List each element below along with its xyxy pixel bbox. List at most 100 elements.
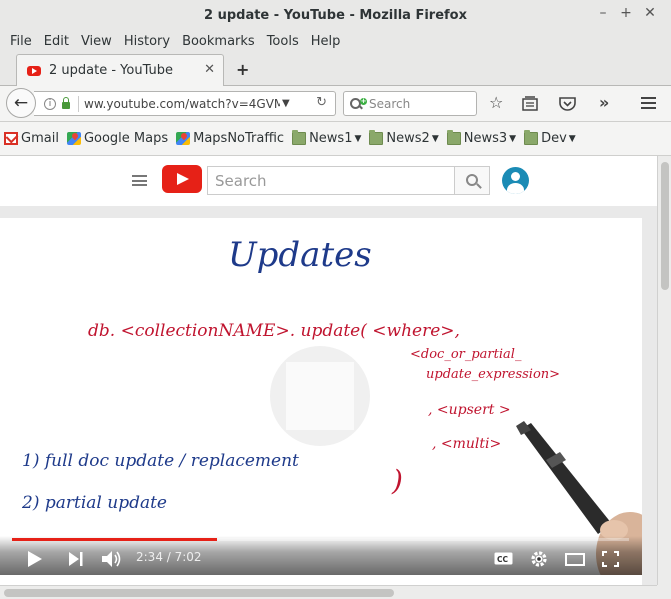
minimize-button[interactable]: – — [594, 5, 612, 21]
reload-icon[interactable]: ↻ — [316, 95, 327, 110]
bookmarks-toolbar: Gmail Google Maps MapsNoTraffic News1 ▼ … — [0, 122, 671, 156]
search-bar[interactable]: + Search — [343, 91, 477, 116]
video-overlay-square — [286, 362, 354, 430]
menu-tools[interactable]: Tools — [267, 34, 299, 49]
url-bar[interactable]: i ww.youtube.com/watch?v=4GVMjV ▼ ↻ — [34, 91, 336, 116]
bookmark-folder-news3[interactable]: News3 ▼ — [446, 130, 517, 146]
video-player[interactable]: Updates db. <collectionNAME>. update( <w… — [0, 218, 642, 575]
horizontal-scroll-thumb[interactable] — [4, 589, 394, 597]
tab-close-icon[interactable]: ✕ — [204, 62, 215, 77]
bookmark-star-icon[interactable]: ☆ — [489, 93, 503, 112]
tab-strip: 2 update - YouTube ✕ + — [0, 52, 671, 86]
chevron-down-icon: ▼ — [509, 133, 517, 144]
guide-menu-icon[interactable] — [132, 175, 147, 186]
theater-mode-icon[interactable] — [565, 553, 585, 566]
volume-icon[interactable] — [102, 550, 122, 568]
menu-bar: File Edit View History Bookmarks Tools H… — [0, 30, 671, 52]
close-window-button[interactable]: ✕ — [641, 5, 659, 21]
youtube-masthead: Search — [0, 156, 657, 206]
window-titlebar: 2 update - YouTube - Mozilla Firefox — [0, 0, 671, 30]
youtube-search-button[interactable] — [454, 166, 490, 195]
svg-text:CC: CC — [497, 555, 509, 564]
account-avatar-icon[interactable] — [502, 167, 529, 194]
navigation-toolbar: i ww.youtube.com/watch?v=4GVMjV ▼ ↻ ← + … — [0, 86, 671, 122]
url-dropdown-icon[interactable]: ▼ — [282, 98, 290, 109]
bookmark-mapsnotraffic[interactable]: MapsNoTraffic — [176, 131, 284, 146]
progress-bar[interactable] — [12, 538, 629, 541]
maximize-button[interactable]: + — [617, 5, 635, 21]
vertical-scrollbar[interactable] — [657, 156, 671, 585]
menu-file[interactable]: File — [10, 34, 32, 49]
whiteboard-item-1: 1) full doc update / replacement — [22, 451, 299, 471]
bookmark-label: Google Maps — [83, 131, 169, 146]
maps-icon — [176, 132, 191, 145]
bookmark-gmail[interactable]: Gmail — [4, 131, 59, 146]
whiteboard-command: db. <collectionNAME>. update( <where>, — [88, 321, 460, 341]
captions-icon[interactable]: CC — [494, 552, 513, 565]
vertical-scroll-thumb[interactable] — [661, 162, 669, 290]
bookmark-label: Dev — [541, 131, 567, 146]
bookmark-label: News1 — [309, 131, 353, 146]
play-icon[interactable] — [28, 551, 42, 567]
bookmark-label: News2 — [386, 131, 430, 146]
hamburger-menu-icon[interactable] — [641, 96, 656, 110]
lock-icon — [62, 97, 70, 109]
whiteboard-arg3: , <upsert > — [428, 402, 511, 418]
whiteboard-item-2: 2) partial update — [21, 493, 167, 513]
maps-icon — [66, 132, 81, 145]
chevron-down-icon: ▼ — [431, 133, 439, 144]
whiteboard-heading: Updates — [228, 235, 372, 275]
bookmark-label: News3 — [463, 131, 508, 146]
whiteboard-frame: Updates db. <collectionNAME>. update( <w… — [21, 235, 642, 575]
chevron-down-icon: ▼ — [354, 133, 362, 144]
bookmark-label: Gmail — [21, 131, 59, 146]
folder-icon — [292, 130, 307, 145]
bookmark-folder-news2[interactable]: News2 ▼ — [369, 130, 439, 146]
bookmark-folder-dev[interactable]: Dev ▼ — [524, 130, 576, 146]
page-viewport: Search Updates db. <collectionNAME>. upd… — [0, 156, 657, 585]
chevron-down-icon: ▼ — [568, 133, 576, 144]
bookmarks-library-icon[interactable] — [522, 96, 538, 111]
next-icon[interactable] — [69, 552, 83, 566]
page-background-band — [0, 206, 657, 218]
menu-edit[interactable]: Edit — [44, 34, 69, 49]
folder-icon — [369, 130, 384, 145]
youtube-search-input[interactable]: Search — [207, 166, 455, 195]
new-tab-button[interactable]: + — [236, 60, 249, 79]
page-side-band — [642, 218, 657, 585]
whiteboard-arg4: , <multi> — [432, 436, 501, 452]
folder-icon — [524, 130, 539, 145]
youtube-logo-icon[interactable] — [162, 165, 202, 193]
tab-label: 2 update - YouTube — [49, 63, 174, 78]
bookmark-folder-news1[interactable]: News1 ▼ — [292, 130, 362, 146]
whiteboard-arg2-line2: update_expression> — [426, 367, 560, 382]
back-arrow-icon: ← — [13, 93, 29, 113]
url-text[interactable]: ww.youtube.com/watch?v=4GVMjV — [84, 97, 280, 111]
menu-bookmarks[interactable]: Bookmarks — [182, 34, 255, 49]
overflow-chevron-icon[interactable]: » — [599, 93, 609, 112]
window-title: 2 update - YouTube - Mozilla Firefox — [204, 7, 467, 23]
menu-history[interactable]: History — [124, 34, 170, 49]
url-separator — [78, 95, 79, 112]
gmail-icon — [4, 132, 18, 145]
settings-gear-icon[interactable] — [530, 550, 548, 568]
fullscreen-icon[interactable] — [602, 551, 619, 567]
back-button[interactable]: ← — [6, 88, 36, 118]
scrollbar-corner — [657, 585, 671, 599]
video-time: 2:34 / 7:02 — [136, 550, 202, 564]
whiteboard-close-paren: ) — [391, 464, 403, 497]
search-placeholder: Search — [369, 96, 411, 111]
search-engine-icon[interactable]: + — [349, 97, 367, 111]
site-info-icon[interactable]: i — [44, 97, 56, 110]
menu-view[interactable]: View — [81, 34, 112, 49]
pocket-icon[interactable] — [559, 96, 576, 111]
whiteboard-arg2-line1: <doc_or_partial_ — [410, 347, 522, 362]
youtube-favicon-icon — [27, 65, 41, 76]
tab-youtube[interactable]: 2 update - YouTube ✕ — [16, 54, 224, 86]
horizontal-scrollbar[interactable] — [0, 585, 657, 599]
bookmark-google-maps[interactable]: Google Maps — [66, 131, 169, 146]
progress-fill — [12, 538, 218, 541]
folder-icon — [446, 130, 461, 145]
bookmark-label: MapsNoTraffic — [193, 131, 285, 146]
menu-help[interactable]: Help — [311, 34, 341, 49]
